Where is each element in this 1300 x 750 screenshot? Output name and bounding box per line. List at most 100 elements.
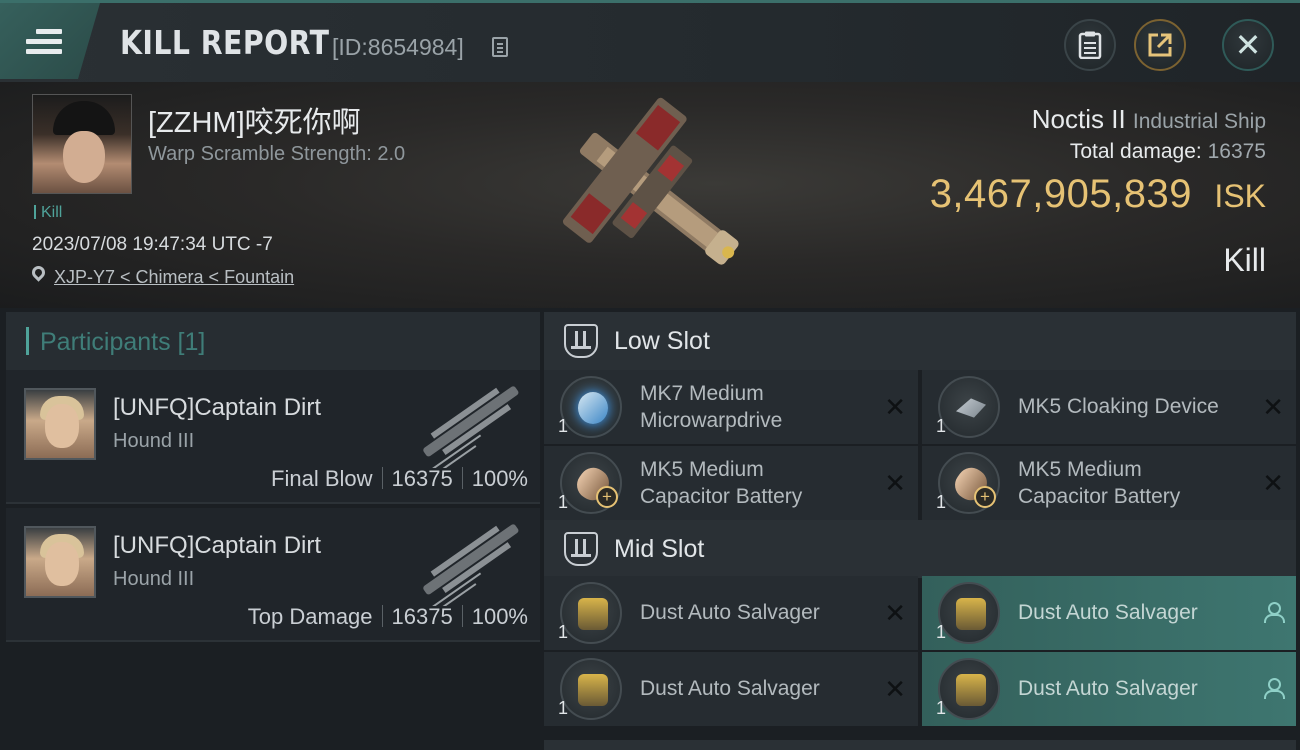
participants-panel: Participants [1] [UNFQ]Captain Dirt Houn… (0, 308, 540, 750)
victim-ship-image (562, 97, 739, 265)
module-quantity: 1 (936, 698, 947, 718)
kill-tag: Kill (34, 204, 62, 222)
participant-name: [UNFQ]Captain Dirt (113, 532, 322, 559)
victim-avatar[interactable] (32, 94, 132, 194)
clipboard-icon (1078, 31, 1102, 59)
module-name: MK7 Medium Microwarpdrive (640, 380, 870, 434)
module-name: Dust Auto Salvager (640, 601, 820, 624)
low-slot-title: Low Slot (614, 327, 710, 355)
clipboard-button[interactable] (1064, 19, 1116, 71)
mid-slot-title: Mid Slot (614, 535, 705, 563)
participant-percent: 100% (471, 466, 528, 491)
victim-name[interactable]: [ZZHM]咬死你啊 (148, 99, 361, 141)
person-icon (1264, 678, 1285, 699)
module-item[interactable]: 1 MK5 Cloaking Device ✕ (922, 370, 1296, 444)
participant-avatar[interactable] (24, 526, 96, 598)
fitting-panel: Low Slot 1 MK7 Medium Microwarpdrive ✕ 1… (540, 308, 1300, 750)
participant-percent: 100% (471, 604, 528, 629)
auto-salvager-icon (560, 582, 622, 644)
auto-salvager-icon (938, 658, 1000, 720)
participant-stats: Final Blow 16375 100% (271, 466, 528, 492)
share-icon (1148, 33, 1172, 57)
module-quantity: 1 (558, 698, 569, 718)
report-id: [ID:8654984] (332, 34, 464, 60)
module-name: MK5 Medium Capacitor Battery (640, 456, 870, 510)
module-name-line2: Capacitor Battery (640, 485, 803, 508)
module-name-line2: Capacitor Battery (1018, 485, 1181, 508)
destroyed-x-icon: ✕ (1262, 468, 1284, 498)
participants-header[interactable]: Participants [1] (6, 312, 540, 370)
module-name-line2: Microwarpdrive (640, 409, 783, 432)
menu-button[interactable] (0, 3, 100, 79)
share-button[interactable] (1134, 19, 1186, 71)
module-name-line1: MK7 Medium (640, 382, 764, 405)
module-name: Dust Auto Salvager (1018, 601, 1198, 624)
module-item[interactable]: 1 Dust Auto Salvager (922, 652, 1296, 726)
page-title: KILL REPORT (120, 23, 330, 62)
module-name: MK5 Medium Capacitor Battery (1018, 456, 1248, 510)
module-item[interactable]: 1 Dust Auto Salvager ✕ (544, 652, 918, 726)
top-bar: KILL REPORT [ID:8654984] ✕ (0, 0, 1300, 82)
destroyed-x-icon: ✕ (1262, 392, 1284, 422)
mid-slot-header: Mid Slot (544, 520, 1296, 578)
participant-role: Final Blow (271, 466, 373, 491)
participant-stats: Top Damage 16375 100% (248, 604, 528, 630)
low-slot-icon (564, 324, 598, 358)
cloaking-device-icon (938, 376, 1000, 438)
destroyed-x-icon: ✕ (884, 468, 906, 498)
participant-row[interactable]: [UNFQ]Captain Dirt Hound III Top Damage 1… (6, 508, 540, 642)
isk-unit: ISK (1214, 178, 1266, 214)
module-item[interactable]: 1 MK7 Medium Microwarpdrive ✕ (544, 370, 918, 444)
copy-icon[interactable] (492, 37, 508, 57)
module-item[interactable]: + 1 MK5 Medium Capacitor Battery ✕ (922, 446, 1296, 520)
hamburger-menu-icon (26, 24, 62, 59)
low-slot-header: Low Slot (544, 312, 1296, 370)
warp-scramble-strength: Warp Scramble Strength: 2.0 (148, 143, 406, 165)
destroyed-x-icon: ✕ (884, 392, 906, 422)
participant-ship-image (423, 386, 519, 468)
next-slot-header (544, 740, 1296, 750)
isk-value: 3,467,905,839 (929, 172, 1192, 216)
total-damage-label: Total damage: (1069, 140, 1202, 163)
ship-class: Industrial Ship (1132, 110, 1266, 133)
module-name: Dust Auto Salvager (640, 677, 820, 700)
participant-name: [UNFQ]Captain Dirt (113, 394, 322, 421)
kill-location-link[interactable]: XJP-Y7 < Chimera < Fountain (54, 267, 294, 288)
microwarpdrive-icon (560, 376, 622, 438)
participant-ship: Hound III (113, 430, 195, 452)
module-item[interactable]: 1 Dust Auto Salvager (922, 576, 1296, 650)
participant-damage: 16375 (391, 466, 453, 491)
participant-role: Top Damage (247, 604, 373, 629)
capacitor-battery-icon: + (938, 452, 1000, 514)
participant-row[interactable]: [UNFQ]Captain Dirt Hound III Final Blow 1… (6, 370, 540, 504)
module-item[interactable]: + 1 MK5 Medium Capacitor Battery ✕ (544, 446, 918, 520)
location-pin-icon (29, 263, 48, 282)
participant-avatar[interactable] (24, 388, 96, 460)
module-quantity: 1 (558, 416, 569, 436)
module-name-line1: MK5 Medium (1018, 458, 1142, 481)
ship-name: Noctis II (1031, 104, 1126, 134)
module-name-line1: MK5 Medium (640, 458, 764, 481)
victim-ship-name[interactable]: Noctis II Industrial Ship (1032, 104, 1266, 135)
module-quantity: 1 (936, 622, 947, 642)
victim-summary: Kill [ZZHM]咬死你啊 Warp Scramble Strength: … (0, 82, 1300, 308)
module-quantity: 1 (558, 622, 569, 642)
module-item[interactable]: 1 Dust Auto Salvager ✕ (544, 576, 918, 650)
module-name: MK5 Cloaking Device (1018, 395, 1219, 418)
close-button[interactable]: ✕ (1222, 19, 1274, 71)
participants-title: Participants [1] (40, 328, 206, 356)
auto-salvager-icon (938, 582, 1000, 644)
destroyed-x-icon: ✕ (884, 598, 906, 628)
participant-ship-image (423, 524, 519, 606)
module-name: Dust Auto Salvager (1018, 677, 1198, 700)
module-quantity: 1 (936, 416, 947, 436)
participant-ship: Hound III (113, 568, 195, 590)
total-damage: Total damage: 16375 (1070, 140, 1266, 164)
result-label: Kill (1223, 242, 1266, 278)
total-damage-value: 16375 (1207, 140, 1266, 163)
kill-datetime: 2023/07/08 19:47:34 UTC -7 (32, 234, 273, 255)
mid-slot-icon (564, 532, 598, 566)
participant-damage: 16375 (391, 604, 453, 629)
module-quantity: 1 (936, 492, 947, 512)
destroyed-x-icon: ✕ (884, 674, 906, 704)
